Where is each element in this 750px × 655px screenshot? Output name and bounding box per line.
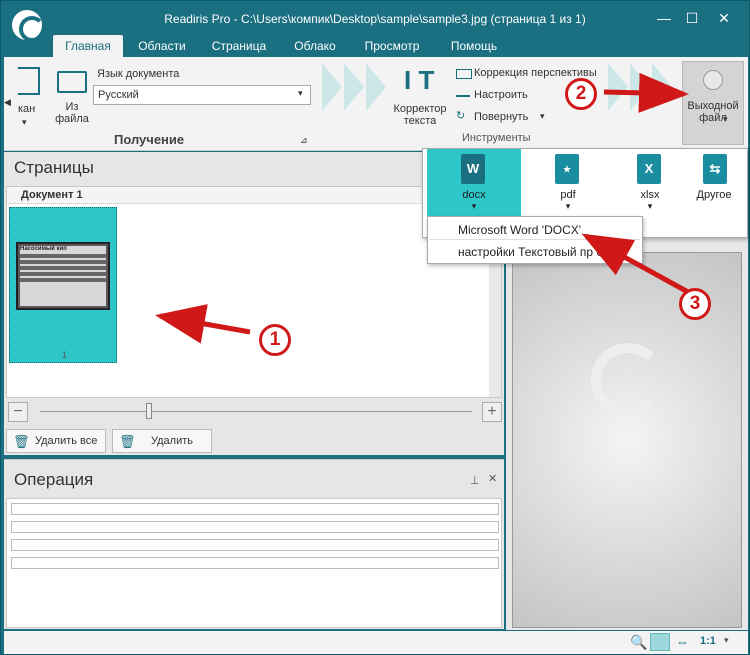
callout-arrow-2 [603,72,689,113]
callout-badge-2: 2 [565,78,597,110]
callout-badge-1: 1 [259,324,291,356]
app-logo-icon[interactable] [10,8,45,42]
annotation-overlay [155,72,690,344]
callout-badge-3: 3 [679,288,711,320]
callout-arrow-1 [155,304,251,344]
callout-arrow-3 [581,233,690,295]
